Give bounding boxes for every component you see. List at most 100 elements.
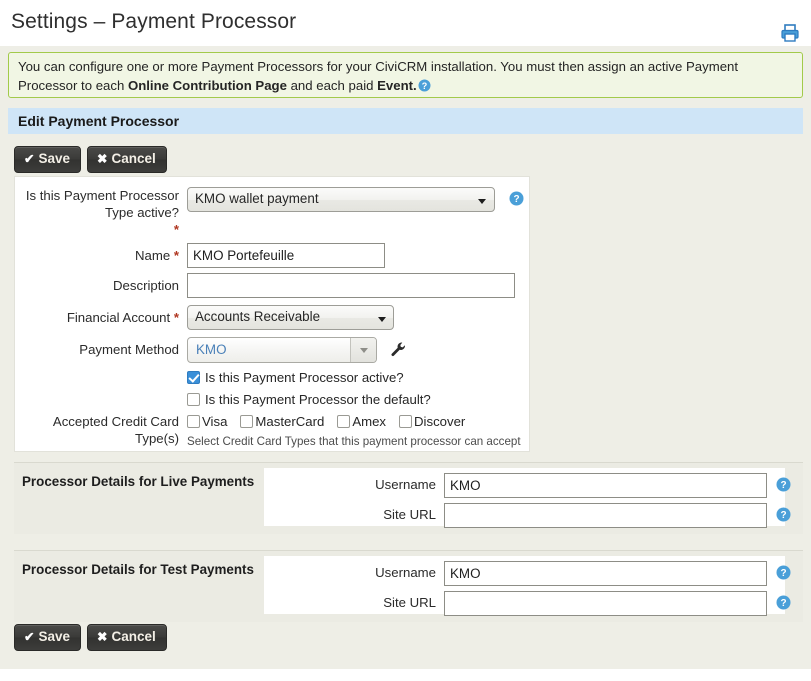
save-button-label: Save <box>38 151 71 166</box>
processor-type-value: KMO wallet payment <box>195 191 319 206</box>
live-siteurl-label: Site URL <box>383 507 436 522</box>
cancel-button-label: Cancel <box>111 151 156 166</box>
credit-card-types-label: Accepted Credit Card Type(s) <box>15 413 179 447</box>
info-banner: You can configure one or more Payment Pr… <box>8 52 803 98</box>
cancel-button-top[interactable]: ✖ Cancel <box>87 146 167 173</box>
name-label-text: Name <box>135 248 171 263</box>
test-siteurl-input[interactable] <box>444 591 767 616</box>
close-icon: ✖ <box>97 152 108 166</box>
credit-card-label-line1: Accepted Credit Card <box>52 414 179 429</box>
live-siteurl-input[interactable] <box>444 503 767 528</box>
name-input[interactable] <box>187 243 385 268</box>
financial-account-control: Accounts Receivable <box>187 305 394 330</box>
save-button-top[interactable]: ✔ Save <box>14 146 82 173</box>
svg-text:?: ? <box>780 510 786 521</box>
credit-card-hint: Select Credit Card Types that this payme… <box>187 435 521 448</box>
is-active-control: Is this Payment Processor active? <box>187 369 404 387</box>
payment-method-value: KMO <box>196 342 227 357</box>
test-payments-section: Processor Details for Test Payments User… <box>14 550 803 622</box>
live-username-help-icon[interactable]: ? <box>776 477 791 497</box>
processor-type-select[interactable]: KMO wallet payment <box>187 187 495 212</box>
processor-type-label-text: Is this Payment Processor Type active? <box>25 188 179 220</box>
page-bottom-strip <box>0 669 811 681</box>
info-banner-text: You can configure one or more Payment Pr… <box>18 58 793 95</box>
payment-method-label: Payment Method <box>79 342 179 357</box>
processor-type-help-icon[interactable]: ? <box>509 191 524 211</box>
is-default-checkbox[interactable] <box>187 393 200 406</box>
test-username-row: Username ? <box>264 560 791 589</box>
discover-label: Discover <box>414 414 466 429</box>
test-payments-fields: Username ? Site URL ? <box>264 556 791 616</box>
live-payments-section: Processor Details for Live Payments User… <box>14 462 803 534</box>
financial-account-select[interactable]: Accounts Receivable <box>187 305 394 330</box>
svg-text:?: ? <box>780 568 786 579</box>
banner-bold-contribution-page: Online Contribution Page <box>127 77 287 93</box>
save-button-label-bottom: Save <box>38 629 71 644</box>
page-title: Settings – Payment Processor <box>11 10 297 33</box>
payment-processor-settings-page: Settings – Payment Processor You can con… <box>0 0 811 681</box>
test-username-input[interactable] <box>444 561 767 586</box>
visa-checkbox[interactable] <box>187 415 200 428</box>
cancel-button-label-bottom: Cancel <box>111 629 156 644</box>
banner-bold-event: Event. <box>377 77 417 93</box>
payment-method-control: KMO <box>187 337 405 363</box>
banner-text-2: and each paid <box>286 77 378 93</box>
live-siteurl-help-icon[interactable]: ? <box>776 507 791 527</box>
description-input[interactable] <box>187 273 515 298</box>
live-username-label: Username <box>375 477 436 492</box>
wrench-icon[interactable] <box>390 341 407 363</box>
live-username-row: Username ? <box>264 472 791 501</box>
discover-checkbox[interactable] <box>399 415 413 428</box>
is-active-checkbox[interactable] <box>187 371 200 384</box>
name-control <box>187 243 385 268</box>
bottom-button-row: ✔ Save ✖ Cancel <box>14 624 173 651</box>
description-control <box>187 273 515 298</box>
chevron-down-icon <box>378 317 386 322</box>
live-siteurl-row: Site URL ? <box>264 502 791 531</box>
test-siteurl-help-icon[interactable]: ? <box>776 595 791 615</box>
is-default-label: Is this Payment Processor the default? <box>205 392 431 407</box>
credit-card-option-mastercard[interactable]: MasterCard <box>240 413 324 431</box>
test-username-help-icon[interactable]: ? <box>776 565 791 585</box>
financial-account-required-marker: * <box>173 310 179 325</box>
processor-type-label: Is this Payment Processor Type active? * <box>15 187 179 238</box>
edit-form-panel: Is this Payment Processor Type active? * … <box>14 176 530 452</box>
is-active-label: Is this Payment Processor active? <box>205 370 404 385</box>
save-button-bottom[interactable]: ✔ Save <box>14 624 82 651</box>
chevron-down-icon <box>478 199 486 204</box>
amex-label: Amex <box>352 414 387 429</box>
name-label: Name * <box>15 247 179 264</box>
amex-checkbox[interactable] <box>337 415 351 428</box>
check-icon: ✔ <box>24 630 35 644</box>
mastercard-checkbox[interactable] <box>240 415 254 428</box>
svg-text:?: ? <box>780 480 786 491</box>
description-label: Description <box>113 278 179 293</box>
financial-account-value: Accounts Receivable <box>195 309 321 324</box>
financial-account-label: Financial Account * <box>15 309 179 326</box>
help-icon[interactable]: ? <box>418 79 431 92</box>
print-icon[interactable] <box>779 22 801 44</box>
svg-text:?: ? <box>513 194 519 205</box>
cancel-button-bottom[interactable]: ✖ Cancel <box>87 624 167 651</box>
top-button-row: ✔ Save ✖ Cancel <box>14 146 173 173</box>
credit-card-option-discover[interactable]: Discover <box>399 413 465 431</box>
edit-payment-processor-header: Edit Payment Processor <box>8 108 803 134</box>
payment-method-dropdown-button[interactable] <box>350 338 376 362</box>
svg-text:?: ? <box>421 81 427 91</box>
visa-label: Visa <box>202 414 228 429</box>
processor-type-control: KMO wallet payment <box>187 187 495 212</box>
credit-card-label-line2: Type(s) <box>135 431 179 446</box>
name-required-marker: * <box>173 248 179 263</box>
payment-method-select[interactable]: KMO <box>187 337 377 363</box>
is-default-control: Is this Payment Processor the default? <box>187 391 431 409</box>
financial-account-label-text: Financial Account <box>66 310 171 325</box>
credit-card-option-visa[interactable]: Visa <box>187 413 227 431</box>
live-payments-title: Processor Details for Live Payments <box>22 474 255 489</box>
test-payments-title: Processor Details for Test Payments <box>22 562 254 577</box>
live-username-input[interactable] <box>444 473 767 498</box>
credit-card-option-amex[interactable]: Amex <box>337 413 386 431</box>
test-siteurl-row: Site URL ? <box>264 590 791 619</box>
title-bar: Settings – Payment Processor <box>0 0 811 46</box>
test-siteurl-label: Site URL <box>383 595 436 610</box>
close-icon: ✖ <box>97 630 108 644</box>
